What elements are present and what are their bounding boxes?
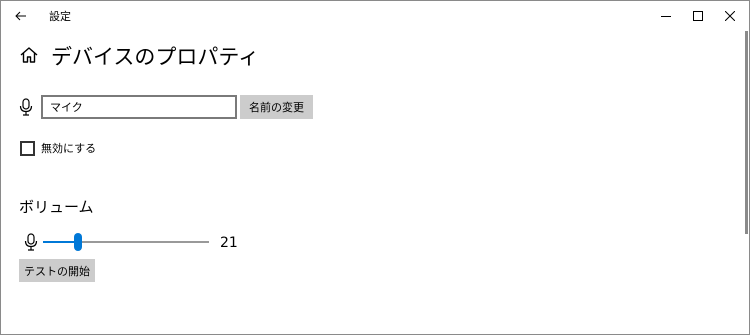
settings-window: 設定 デバイスのプロパティ 名前の変更 無効にする ボリューム — [0, 0, 750, 335]
device-name-input[interactable] — [41, 95, 237, 119]
microphone-icon — [24, 233, 38, 251]
microphone-icon — [19, 98, 33, 116]
disable-label: 無効にする — [41, 142, 97, 155]
volume-slider[interactable] — [43, 232, 209, 252]
volume-value: 21 — [220, 235, 238, 251]
scrollbar[interactable] — [745, 31, 748, 234]
minimize-icon — [661, 16, 671, 17]
volume-heading: ボリューム — [19, 198, 94, 216]
checkbox-box[interactable] — [20, 140, 35, 156]
back-button[interactable] — [3, 1, 39, 31]
arrow-left-icon — [15, 11, 26, 21]
close-button[interactable] — [710, 1, 750, 31]
disable-checkbox[interactable]: 無効にする — [20, 140, 96, 156]
slider-fill — [43, 241, 78, 243]
start-test-button[interactable]: テストの開始 — [19, 259, 95, 282]
maximize-icon — [693, 11, 703, 21]
close-icon — [725, 11, 735, 21]
home-icon[interactable] — [19, 45, 39, 65]
title-bar: 設定 — [1, 1, 749, 31]
app-title: 設定 — [49, 10, 71, 23]
page-title: デバイスのプロパティ — [51, 45, 260, 69]
rename-button[interactable]: 名前の変更 — [240, 95, 313, 119]
slider-thumb[interactable] — [73, 233, 82, 251]
